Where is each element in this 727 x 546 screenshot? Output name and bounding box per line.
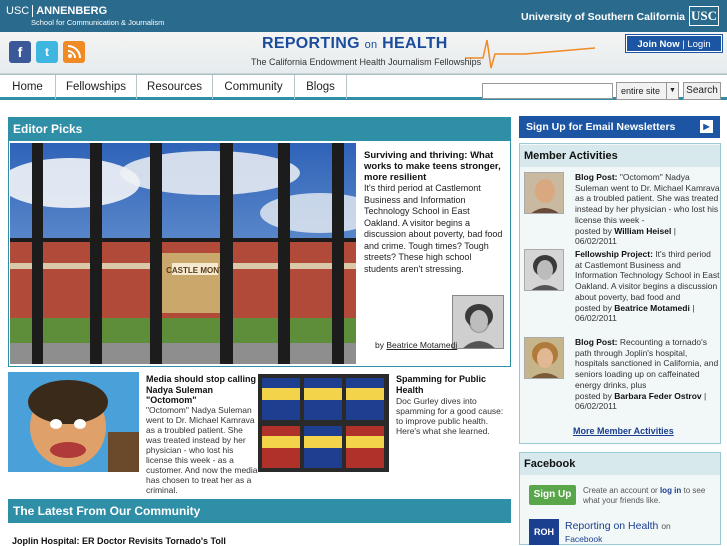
usc-top-bar: USC ANNENBERG School for Communication & …	[0, 0, 727, 32]
facebook-icon[interactable]: f	[9, 41, 31, 63]
facebook-heading: Facebook	[520, 453, 720, 475]
search-input[interactable]	[482, 83, 613, 99]
facebook-prompt: Create an account or log in to see what …	[583, 486, 713, 506]
join-now-link[interactable]: Join Now	[637, 39, 679, 50]
octomom-story-text: "Octomom" Nadya Suleman went to Dr. Mich…	[146, 405, 258, 495]
rss-icon[interactable]	[63, 41, 85, 63]
nav-community[interactable]: Community	[213, 75, 295, 99]
hero-story-title[interactable]: Surviving and thriving: What works to ma…	[364, 150, 504, 183]
avatar-portrait	[525, 173, 563, 213]
main-nav: Home Fellowships Resources Community Blo…	[0, 74, 727, 100]
brand-tagline: The California Endowment Health Journali…	[251, 57, 482, 67]
usc-monogram-logo[interactable]: USC	[689, 6, 719, 26]
activity-type: Blog Post:	[575, 337, 618, 347]
email-newsletter-button[interactable]: Sign Up for Email Newsletters ▶	[519, 116, 720, 138]
join-separator: |	[682, 39, 685, 50]
site-logo[interactable]: REPORTING on HEALTH	[262, 35, 448, 53]
activity-posted-by: posted by	[575, 302, 612, 313]
avatar-portrait	[525, 250, 563, 290]
more-member-activities-link[interactable]: More Member Activities	[573, 426, 674, 436]
octomom-story-image[interactable]	[8, 372, 139, 472]
brand-on: on	[364, 39, 378, 51]
search-scope-value: entire site	[621, 86, 661, 96]
author-photo[interactable]	[452, 295, 504, 349]
arrow-right-icon: ▶	[700, 120, 713, 133]
member-activities-heading: Member Activities	[520, 145, 720, 167]
school-gate-image: CASTLE MONT	[10, 143, 356, 364]
brand-health: HEALTH	[382, 35, 448, 52]
castlemont-sign: CASTLE MONT	[166, 266, 224, 275]
site-banner: f t REPORTING on HEALTH The California E…	[0, 32, 727, 74]
brand-reporting: REPORTING	[262, 35, 360, 52]
login-link[interactable]: Login	[687, 39, 710, 50]
search-scope-select[interactable]: entire site ▼	[616, 82, 679, 100]
activity-type: Fellowship Project:	[575, 249, 653, 259]
editor-picks-heading: Editor Picks	[8, 117, 511, 141]
facebook-page-link[interactable]: Reporting on Health	[565, 520, 658, 532]
activity-posted-by: posted by	[575, 390, 612, 401]
byline-label: by	[375, 340, 384, 350]
annenberg-label: ANNENBERG	[36, 5, 108, 17]
search-button[interactable]: Search	[683, 82, 721, 100]
author-portrait	[453, 296, 503, 348]
activity-text: Fellowship Project: It's third period at…	[575, 249, 720, 324]
latest-heading: The Latest From Our Community	[8, 499, 511, 523]
activity-author-link[interactable]: Barbara Feder Ostrov	[614, 391, 701, 401]
annenberg-logo[interactable]: USC ANNENBERG	[6, 5, 107, 17]
activity-author-link[interactable]: William Heisel	[614, 226, 671, 236]
hero-byline: by Beatrice Motamedi	[375, 340, 457, 350]
activity-posted-by: posted by	[575, 225, 612, 236]
rss-glyph-icon	[67, 45, 81, 59]
usc-label: USC	[6, 5, 34, 17]
school-name: School for Communication & Journalism	[31, 18, 165, 27]
member-avatar[interactable]	[524, 337, 564, 379]
member-avatar[interactable]	[524, 172, 564, 214]
parade-figure-image	[8, 372, 139, 472]
nav-home[interactable]: Home	[0, 75, 56, 99]
chevron-down-icon: ▼	[666, 83, 678, 99]
spam-cans-image	[258, 374, 389, 472]
facebook-prompt-before: Create an account or	[583, 486, 658, 495]
roh-logo[interactable]: ROH	[529, 519, 559, 545]
member-avatar[interactable]	[524, 249, 564, 291]
activity-text: Blog Post: "Octomom" Nadya Suleman went …	[575, 172, 720, 247]
nav-fellowships[interactable]: Fellowships	[56, 75, 137, 99]
activity-text: Blog Post: Recounting a tornado's path t…	[575, 337, 720, 412]
hero-image[interactable]: CASTLE MONT	[10, 143, 356, 364]
facebook-login-link[interactable]: log in	[660, 486, 681, 495]
author-link[interactable]: Beatrice Motamedi	[386, 340, 457, 350]
facebook-link[interactable]: Facebook	[565, 534, 602, 544]
spam-story-text: Doc Gurley dives into spamming for a goo…	[396, 396, 504, 436]
facebook-signup-button[interactable]: Sign Up	[529, 485, 576, 505]
nav-resources[interactable]: Resources	[137, 75, 213, 99]
university-link[interactable]: University of Southern California	[521, 11, 685, 23]
join-login-bar: Join Now | Login	[626, 35, 722, 52]
facebook-on-label: on	[661, 521, 671, 531]
hero-story-text: It's third period at Castlemont Business…	[364, 183, 503, 274]
activity-type: Blog Post:	[575, 172, 618, 182]
facebook-page-line: Reporting on Health on	[565, 520, 671, 532]
spam-story-title[interactable]: Spamming for Public Health	[396, 374, 504, 395]
activity-author-link[interactable]: Beatrice Motamedi	[614, 303, 690, 313]
twitter-icon[interactable]: t	[36, 41, 58, 63]
pulse-line-icon	[465, 39, 596, 69]
email-button-label: Sign Up for Email Newsletters	[526, 121, 676, 133]
nav-blogs[interactable]: Blogs	[295, 75, 347, 99]
avatar-portrait	[525, 338, 563, 378]
octomom-story-title[interactable]: Media should stop calling Nadya Suleman …	[146, 374, 256, 406]
spam-story-image[interactable]	[258, 374, 389, 472]
